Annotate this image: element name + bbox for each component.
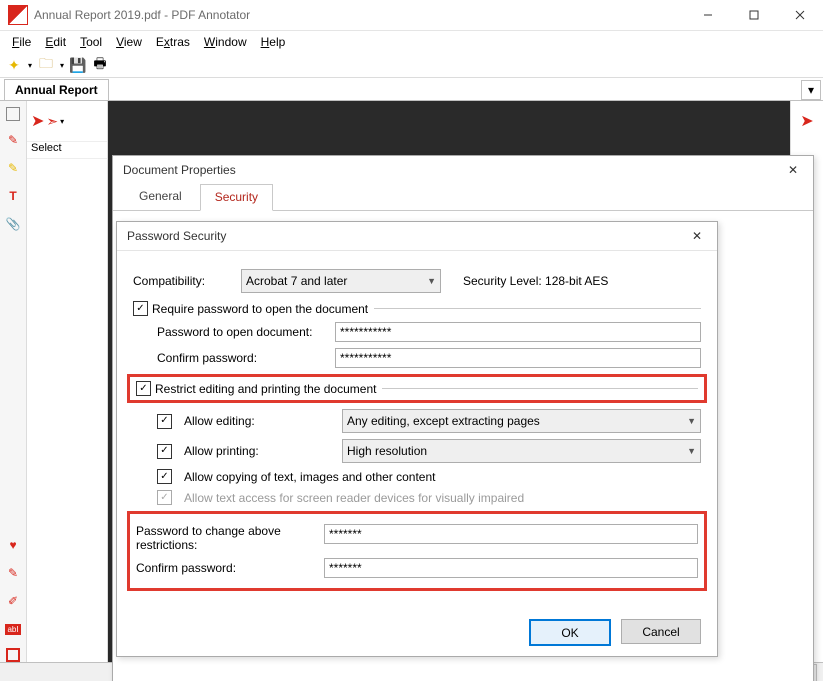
- menubar: File Edit Tool View Extras Window Help: [0, 31, 823, 53]
- compatibility-select[interactable]: Acrobat 7 and later▼: [241, 269, 441, 293]
- allow-printing-checkbox[interactable]: [157, 444, 172, 459]
- menu-file[interactable]: File: [6, 33, 37, 51]
- restrict-label: Restrict editing and printing the docume…: [155, 382, 376, 396]
- allow-printing-select[interactable]: High resolution▼: [342, 439, 701, 463]
- allow-copying-label: Allow copying of text, images and other …: [184, 470, 435, 484]
- restrict-highlight: Restrict editing and printing the docume…: [127, 374, 707, 403]
- heart-icon[interactable]: ♥: [4, 536, 22, 554]
- attachment-icon[interactable]: 📎: [4, 215, 22, 233]
- pointer2-icon[interactable]: ➣: [46, 113, 58, 130]
- pen-yellow-icon[interactable]: ✎: [4, 159, 22, 177]
- password-security-dialog: Password Security ✕ Compatibility: Acrob…: [116, 221, 718, 657]
- menu-help[interactable]: Help: [255, 33, 292, 51]
- allow-access-checkbox: [157, 490, 172, 505]
- confirm-password-open-input[interactable]: [335, 348, 701, 368]
- confirm-password-open-label: Confirm password:: [157, 351, 327, 365]
- dialog-title: Document Properties: [123, 163, 236, 177]
- text-tool-icon[interactable]: T: [4, 187, 22, 205]
- menu-tool[interactable]: Tool: [74, 33, 108, 51]
- allow-printing-label: Allow printing:: [184, 444, 334, 458]
- ribbon-label-select: Select: [27, 142, 107, 159]
- maximize-button[interactable]: [731, 0, 777, 30]
- left-toolstrip: ✎ ✎ T 📎 ♥ ✎ ✐ abI: [0, 101, 27, 662]
- label-icon[interactable]: abI: [4, 620, 22, 638]
- close-icon[interactable]: ✕: [783, 160, 803, 180]
- allow-access-label: Allow text access for screen reader devi…: [184, 491, 524, 505]
- menu-window[interactable]: Window: [198, 33, 253, 51]
- allow-copying-checkbox[interactable]: [157, 469, 172, 484]
- pointer-icon[interactable]: ➤: [31, 111, 44, 131]
- pen2-icon[interactable]: ✎: [4, 564, 22, 582]
- password-open-label: Password to open document:: [157, 325, 327, 339]
- restrict-checkbox[interactable]: [136, 381, 151, 396]
- open-icon[interactable]: 🗀: [38, 57, 54, 73]
- close-icon[interactable]: ✕: [687, 226, 707, 246]
- allow-editing-checkbox[interactable]: [157, 414, 172, 429]
- tab-security[interactable]: Security: [200, 184, 273, 211]
- ribbon: ➤ ➣ ▾ Select: [27, 101, 108, 662]
- document-tab[interactable]: Annual Report: [4, 79, 109, 100]
- compatibility-label: Compatibility:: [133, 274, 233, 288]
- password-restrict-input[interactable]: [324, 524, 698, 544]
- edit-icon[interactable]: ✐: [4, 592, 22, 610]
- password-open-input[interactable]: [335, 322, 701, 342]
- pen-red-icon[interactable]: ✎: [4, 131, 22, 149]
- app-icon: [8, 5, 28, 25]
- password-restrict-label: Password to change above restrictions:: [136, 524, 316, 552]
- confirm-password-restrict-label: Confirm password:: [136, 561, 316, 575]
- checkbox-icon[interactable]: [6, 107, 20, 121]
- window-title: Annual Report 2019.pdf - PDF Annotator: [34, 8, 685, 22]
- new-icon[interactable]: ✦: [6, 57, 22, 73]
- dialog-title: Password Security: [127, 229, 226, 243]
- restriction-password-highlight: Password to change above restrictions: C…: [127, 511, 707, 591]
- require-password-label: Require password to open the document: [152, 302, 368, 316]
- print-icon[interactable]: 🖶: [92, 57, 108, 73]
- menu-extras[interactable]: Extras: [150, 33, 196, 51]
- require-password-checkbox[interactable]: [133, 301, 148, 316]
- close-button[interactable]: [777, 0, 823, 30]
- titlebar: Annual Report 2019.pdf - PDF Annotator: [0, 0, 823, 31]
- cancel-button[interactable]: Cancel: [621, 619, 701, 644]
- ok-button[interactable]: OK: [529, 619, 611, 646]
- menu-edit[interactable]: Edit: [39, 33, 72, 51]
- tabs-dropdown[interactable]: ▾: [801, 80, 821, 100]
- menu-view[interactable]: View: [110, 33, 148, 51]
- minimize-button[interactable]: [685, 0, 731, 30]
- toolbar-top: ✦▾ 🗀▾ 💾 🖶: [0, 53, 823, 78]
- security-level-label: Security Level: 128-bit AES: [463, 274, 608, 288]
- square-icon[interactable]: [6, 648, 20, 662]
- tab-general[interactable]: General: [125, 184, 196, 210]
- confirm-password-restrict-input[interactable]: [324, 558, 698, 578]
- document-tabs: Annual Report ▾: [0, 78, 823, 101]
- allow-editing-select[interactable]: Any editing, except extracting pages▼: [342, 409, 701, 433]
- allow-editing-label: Allow editing:: [184, 414, 334, 428]
- save-icon[interactable]: 💾: [70, 57, 86, 73]
